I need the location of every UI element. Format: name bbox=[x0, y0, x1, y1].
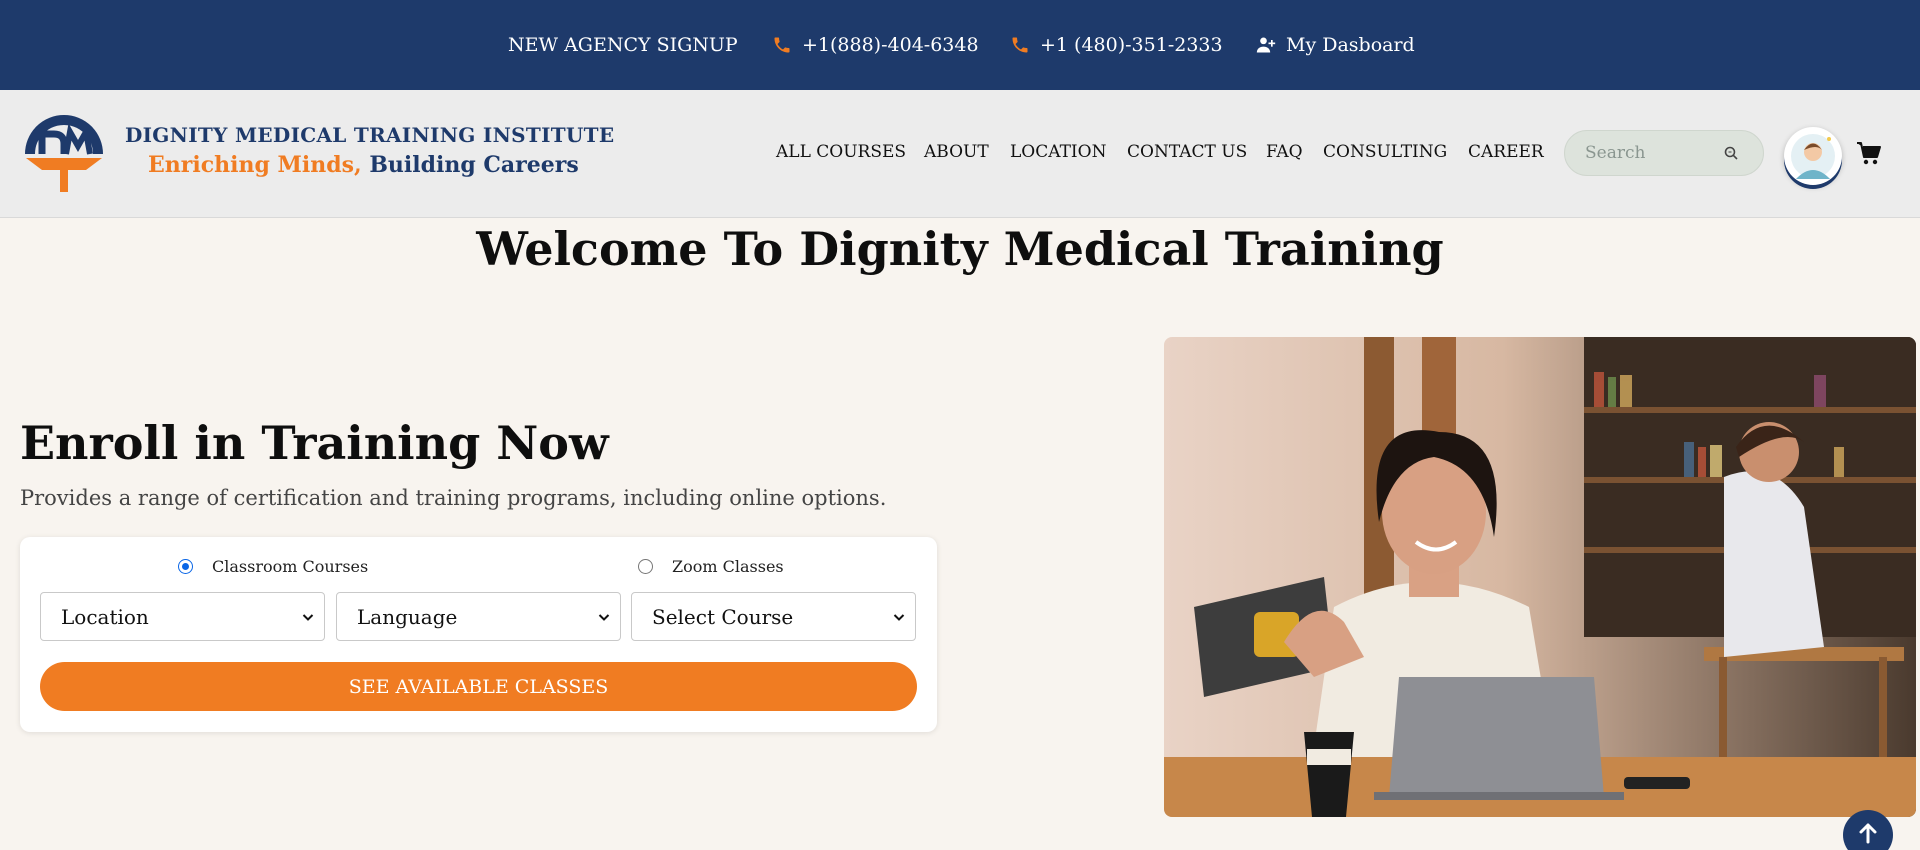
radio-circle-checked[interactable] bbox=[178, 559, 193, 574]
search-icon[interactable] bbox=[1723, 145, 1739, 161]
nav-link[interactable]: LOCATION bbox=[1010, 142, 1106, 162]
nav-item-about[interactable]: ABOUT bbox=[924, 90, 989, 214]
location-select-value: Location bbox=[61, 604, 149, 629]
nav-item-consulting[interactable]: CONSULTING bbox=[1323, 90, 1447, 214]
chevron-down-icon bbox=[893, 614, 905, 621]
nav-item-career[interactable]: CAREER bbox=[1468, 90, 1544, 214]
radio-zoom-classes[interactable]: Zoom Classes bbox=[638, 557, 784, 576]
chevron-down-icon bbox=[598, 614, 610, 621]
course-select-value: Select Course bbox=[652, 604, 794, 629]
radio-classroom-label: Classroom Courses bbox=[212, 557, 369, 576]
phone-icon bbox=[774, 37, 790, 53]
chevron-down-icon bbox=[302, 614, 314, 621]
user-plus-icon bbox=[1256, 37, 1276, 53]
nav-link[interactable]: CAREER bbox=[1468, 142, 1544, 162]
search-input[interactable] bbox=[1585, 139, 1725, 167]
welcome-heading: Welcome To Dignity Medical Training bbox=[476, 222, 1444, 276]
course-select[interactable]: Select Course bbox=[631, 592, 916, 641]
language-select[interactable]: Language bbox=[336, 592, 621, 641]
dm-logo[interactable] bbox=[22, 110, 106, 194]
students-with-laptop-image bbox=[1164, 337, 1916, 817]
nav-link[interactable]: ALL COURSES bbox=[776, 142, 906, 162]
nav-link[interactable]: CONTACT US bbox=[1127, 142, 1247, 162]
radio-classroom-courses[interactable]: Classroom Courses bbox=[178, 557, 368, 576]
nav-item-contact-us[interactable]: CONTACT US bbox=[1127, 90, 1247, 214]
enroll-form-card: Classroom Courses Zoom Classes Location … bbox=[20, 537, 937, 732]
dashboard-label: My Dasboard bbox=[1286, 34, 1415, 56]
search-box bbox=[1564, 130, 1764, 176]
phone-1-label: +1(888)-404-6348 bbox=[802, 34, 979, 56]
top-bar: NEW AGENCY SIGNUP +1(888)-404-6348 +1 (4… bbox=[0, 0, 1920, 90]
brand-name: DIGNITY MEDICAL TRAINING INSTITUTE bbox=[125, 123, 615, 147]
nav-item-all-courses[interactable]: ALL COURSES bbox=[776, 90, 906, 214]
nav-link[interactable]: ABOUT bbox=[924, 142, 989, 162]
avatar[interactable] bbox=[1784, 127, 1842, 185]
cart-icon[interactable] bbox=[1856, 140, 1882, 166]
radio-zoom-label: Zoom Classes bbox=[672, 557, 784, 576]
nav-link[interactable]: FAQ bbox=[1266, 142, 1303, 162]
nav-item-location[interactable]: LOCATION bbox=[1010, 90, 1106, 214]
hero-photo bbox=[1164, 337, 1916, 817]
my-dashboard-link[interactable]: My Dasboard bbox=[1256, 0, 1415, 90]
new-agency-signup-link[interactable]: NEW AGENCY SIGNUP bbox=[508, 0, 738, 90]
radio-circle-unchecked[interactable] bbox=[638, 559, 653, 574]
site-header: DIGNITY MEDICAL TRAINING INSTITUTE Enric… bbox=[0, 90, 1920, 218]
agency-signup-label: NEW AGENCY SIGNUP bbox=[508, 34, 738, 56]
tagline-part-1: Enriching Minds, bbox=[148, 152, 362, 178]
location-select[interactable]: Location bbox=[40, 592, 325, 641]
nav-link[interactable]: CONSULTING bbox=[1323, 142, 1447, 162]
phone-link-2[interactable]: +1 (480)-351-2333 bbox=[1010, 0, 1223, 90]
phone-link-1[interactable]: +1(888)-404-6348 bbox=[772, 0, 979, 90]
phone-icon bbox=[1012, 37, 1028, 53]
nav-item-faq[interactable]: FAQ bbox=[1266, 90, 1303, 214]
arrow-up-icon bbox=[1859, 823, 1877, 844]
language-select-value: Language bbox=[357, 604, 458, 629]
phone-2-label: +1 (480)-351-2333 bbox=[1040, 34, 1223, 56]
enroll-title: Enroll in Training Now bbox=[20, 416, 609, 470]
user-avatar-icon bbox=[1791, 134, 1835, 179]
tagline-part-2: Building Careers bbox=[369, 152, 579, 178]
see-available-classes-button[interactable]: SEE AVAILABLE CLASSES bbox=[40, 662, 917, 711]
enroll-subtitle: Provides a range of certification and tr… bbox=[20, 486, 887, 510]
brand-tagline: Enriching Minds, Building Careers bbox=[148, 152, 579, 178]
